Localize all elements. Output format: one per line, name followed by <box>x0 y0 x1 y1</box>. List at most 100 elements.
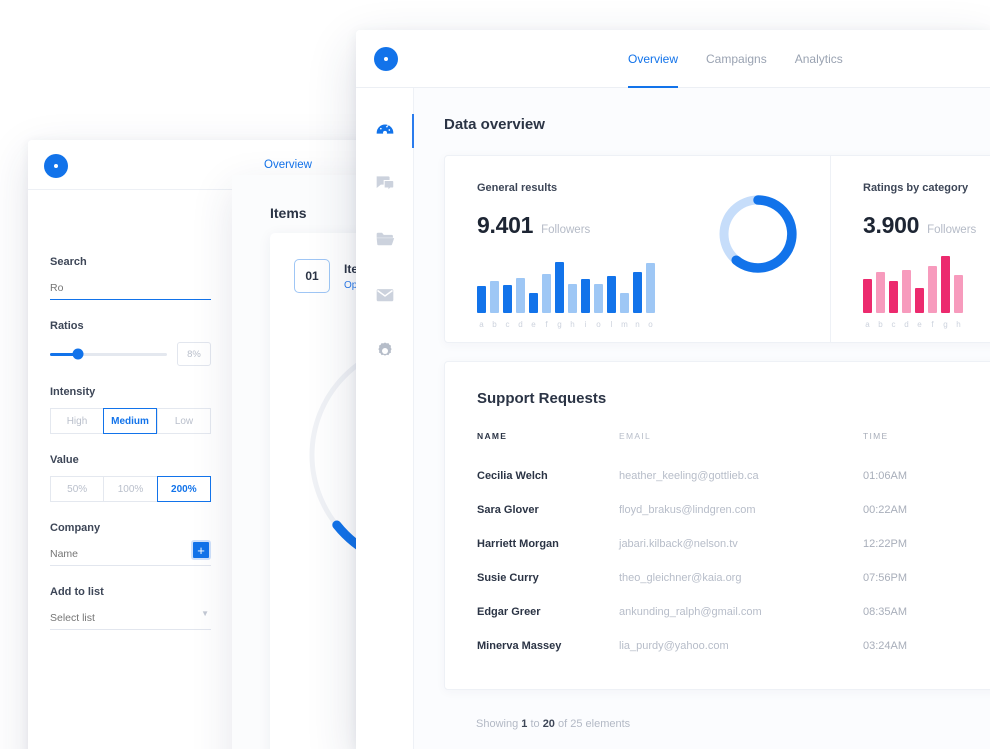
ratings-title: Ratings by category <box>863 182 969 194</box>
table-row[interactable]: Sara Glover floyd_brakus@lindgren.com 00:2… <box>477 493 990 527</box>
table-row[interactable]: Cecilia Welch heather_keeling@gottlieb.ca… <box>477 459 990 493</box>
cell-email: floyd_brakus@lindgren.com <box>619 504 756 516</box>
app-logo-icon[interactable] <box>44 154 68 178</box>
table-row[interactable]: Susie Curry theo_gleichner@kaia.org 07:56P… <box>477 561 990 595</box>
cell-email: lia_purdy@yahoo.com <box>619 640 729 652</box>
value-option-100[interactable]: 100% <box>103 476 157 502</box>
bar-column <box>594 283 603 313</box>
bar-label: g <box>557 320 562 329</box>
sidebar-item-messages[interactable] <box>374 172 396 194</box>
intensity-option-low[interactable]: Low <box>157 408 211 434</box>
intensity-segmented-control: High Medium Low <box>50 408 211 434</box>
bar-column <box>477 285 486 313</box>
ratios-value: 8% <box>177 342 211 366</box>
ratings-unit: Followers <box>927 224 977 236</box>
ratios-slider[interactable] <box>50 348 167 360</box>
add-to-list-select-row: ▼ <box>50 608 211 630</box>
cell-email: jabari.kilback@nelson.tv <box>619 538 738 550</box>
table-row[interactable]: Harriett Morgan jabari.kilback@nelson.tv 1… <box>477 527 990 561</box>
pagination-suffix: of 25 elements <box>554 718 631 730</box>
dashboard-content: Data overview General results 9.401 Foll… <box>414 88 990 749</box>
tab-analytics[interactable]: Analytics <box>781 30 857 88</box>
search-input[interactable] <box>50 279 211 300</box>
bar-column <box>941 255 950 313</box>
app-logo-icon[interactable] <box>374 47 398 71</box>
bar <box>594 283 603 313</box>
tab-overview[interactable]: Overview <box>614 30 692 88</box>
bar <box>516 277 525 313</box>
sidebar-item-files[interactable] <box>374 228 396 250</box>
bar-label: f <box>931 320 934 329</box>
bar <box>555 262 564 313</box>
cell-name: Sara Glover <box>477 504 539 516</box>
bar <box>503 285 512 313</box>
sidebar-item-settings[interactable] <box>374 340 396 362</box>
intensity-option-high[interactable]: High <box>50 408 103 434</box>
bar-column <box>863 278 872 313</box>
ratings-by-category-panel: Ratings by category 3.900 Followers abcd… <box>831 156 990 342</box>
bar <box>529 292 538 313</box>
bar-column <box>555 262 564 313</box>
value-option-50[interactable]: 50% <box>50 476 104 502</box>
general-results-value: 9.401 <box>477 212 534 238</box>
bar-label: i <box>584 320 587 329</box>
intensity-option-medium[interactable]: Medium <box>103 408 157 434</box>
bar <box>928 265 937 313</box>
bar-axis-labels: abcdefgh <box>863 320 990 329</box>
bar <box>915 288 924 313</box>
company-input[interactable] <box>50 545 211 566</box>
bar-column <box>928 265 937 313</box>
bar <box>607 276 616 313</box>
pagination-prefix: Showing <box>476 718 522 730</box>
bar <box>620 293 629 313</box>
sidebar-item-dashboard[interactable] <box>374 116 396 138</box>
ratios-slider-thumb[interactable] <box>72 348 84 360</box>
cell-email: theo_gleichner@kaia.org <box>619 572 742 584</box>
pagination-mid: to <box>527 718 543 730</box>
bar-label: n <box>635 320 640 329</box>
add-company-button[interactable]: + <box>191 540 211 560</box>
bar-label: l <box>610 320 613 329</box>
column-header-time: TIME <box>863 431 889 441</box>
chevron-down-icon[interactable]: ▼ <box>201 609 209 618</box>
cell-name: Minerva Massey <box>477 640 562 652</box>
bar-label: b <box>492 320 497 329</box>
bar-series <box>863 251 990 313</box>
bar-column <box>915 288 924 313</box>
sidebar-item-mail[interactable] <box>374 284 396 306</box>
search-label: Search <box>50 256 87 268</box>
table-header-row: NAME EMAIL TIME <box>477 431 990 459</box>
support-requests-title: Support Requests <box>477 390 607 407</box>
pagination-to: 20 <box>542 718 555 730</box>
bar-label: h <box>570 320 575 329</box>
gear-icon <box>377 342 392 356</box>
add-to-list-select[interactable] <box>50 609 211 630</box>
cell-time: 03:24AM <box>863 640 908 652</box>
bar-label: m <box>621 320 628 329</box>
company-label: Company <box>50 522 101 534</box>
company-input-row: + <box>50 540 211 566</box>
filters-form: Search Ratios 8% Intensity <box>28 190 233 749</box>
pagination-status: Showing 1 to 20 of 25 elements <box>444 690 990 730</box>
intensity-field-group: Intensity High Medium Low <box>50 386 211 434</box>
cell-name: Edgar Greer <box>477 606 541 618</box>
ratings-bar-chart: abcdefgh <box>863 251 990 329</box>
value-option-200[interactable]: 200% <box>156 476 211 502</box>
envelope-icon <box>376 289 393 302</box>
bar-label: d <box>518 320 523 329</box>
table-row[interactable]: Minerva Massey lia_purdy@yahoo.com 03:24AM <box>477 629 990 663</box>
value-segmented-control: 50% 100% 200% <box>50 476 211 502</box>
tab-campaigns[interactable]: Campaigns <box>692 30 781 88</box>
column-header-name: NAME <box>477 431 508 441</box>
column-header-email: EMAIL <box>619 431 652 441</box>
sidebar-nav <box>356 88 414 749</box>
bar-column <box>542 273 551 313</box>
table-row[interactable]: Edgar Greer ankunding_ralph@gmail.com 08:3… <box>477 595 990 629</box>
bar-label: o <box>648 320 653 329</box>
bar-column <box>646 263 655 313</box>
bar <box>542 273 551 313</box>
value-field-group: Value 50% 100% 200% <box>50 454 211 502</box>
cell-email: ankunding_ralph@gmail.com <box>619 606 762 618</box>
dashboard-window: Overview Campaigns Analytics Data overvi… <box>356 30 990 749</box>
cell-name: Susie Curry <box>477 572 539 584</box>
